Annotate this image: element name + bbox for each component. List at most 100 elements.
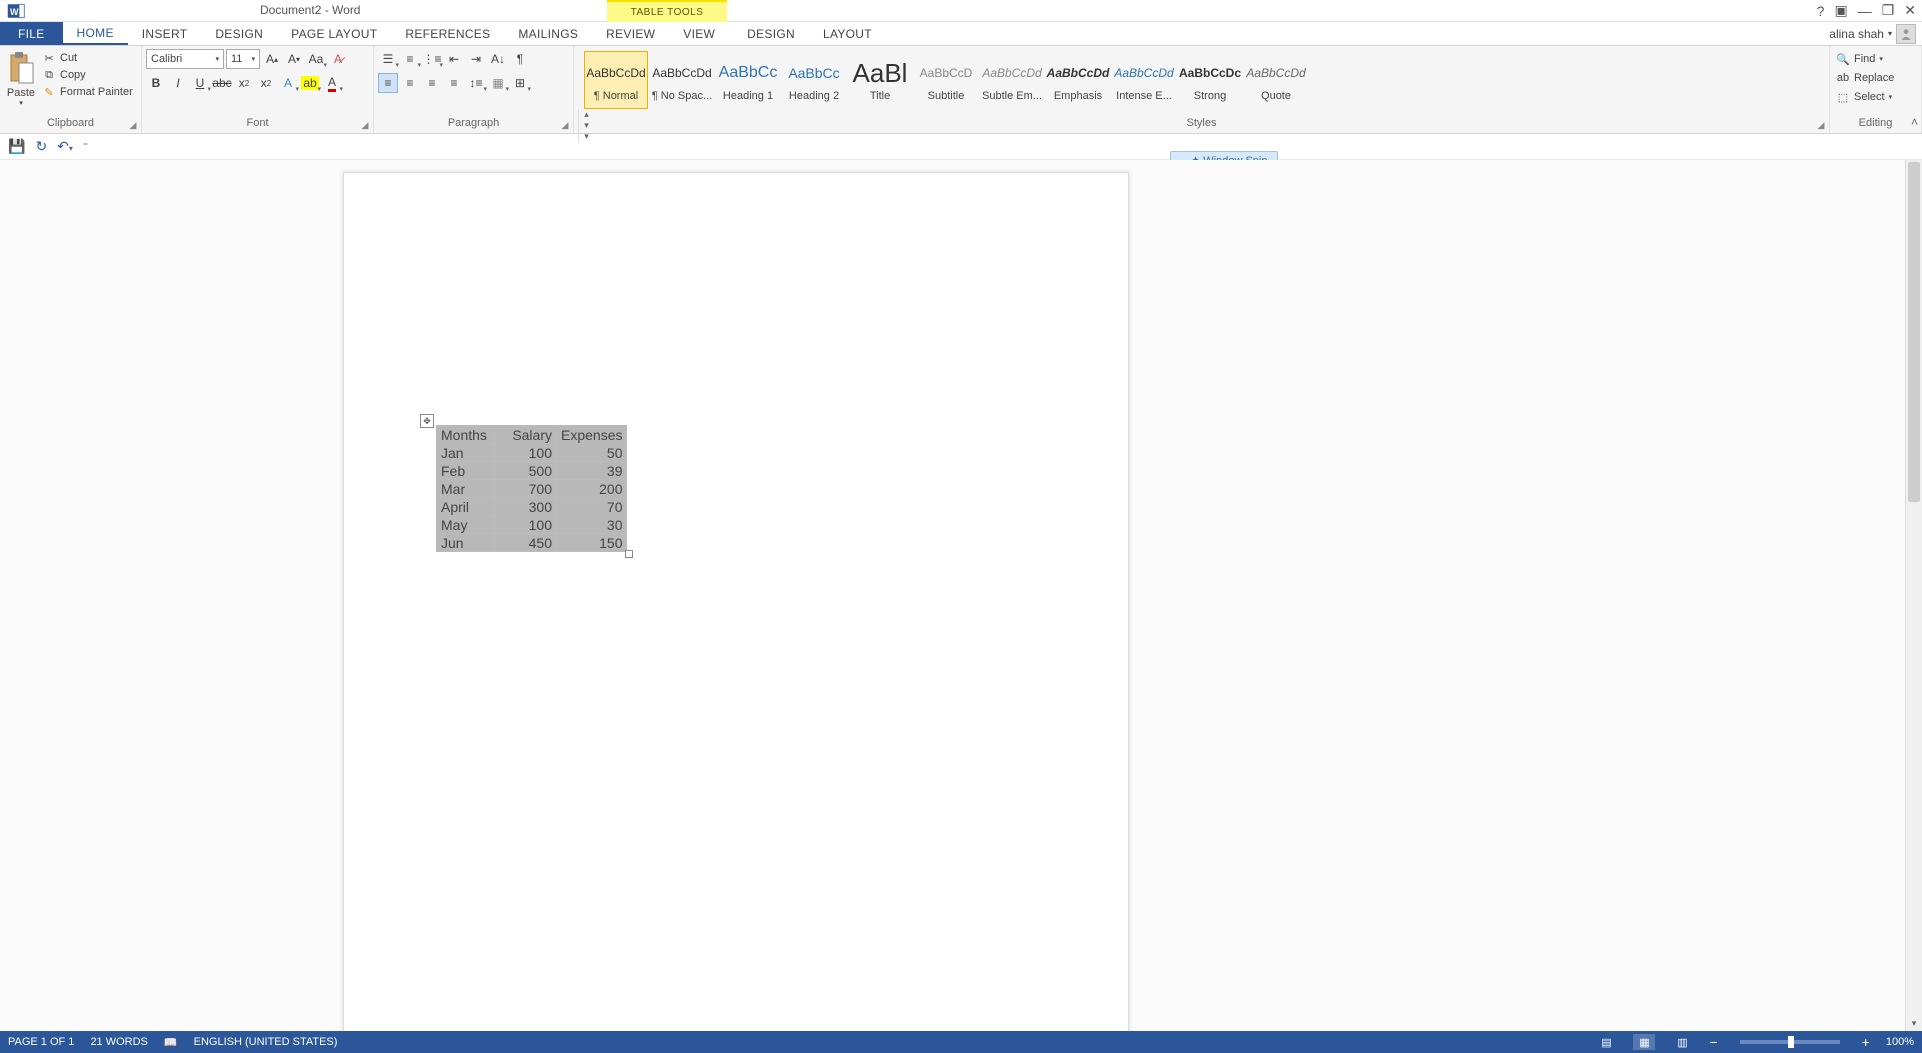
tab-table-design[interactable]: DESIGN [733, 22, 809, 45]
decrease-indent-button[interactable]: ⇤ [444, 49, 464, 69]
line-spacing-button[interactable]: ↕≡▾ [466, 73, 486, 93]
font-color-button[interactable]: A▾ [322, 73, 342, 93]
zoom-in-button[interactable]: + [1862, 1034, 1870, 1050]
align-left-button[interactable]: ≡ [378, 73, 398, 93]
scroll-thumb[interactable] [1908, 162, 1920, 502]
tab-design[interactable]: DESIGN [201, 22, 277, 45]
tab-page-layout[interactable]: PAGE LAYOUT [277, 22, 391, 45]
numbering-button[interactable]: ≡▾ [400, 49, 420, 69]
table-cell[interactable]: April [437, 498, 495, 516]
table-cell[interactable]: 300 [495, 498, 557, 516]
zoom-slider-knob[interactable] [1788, 1036, 1794, 1048]
table-cell[interactable]: 150 [557, 534, 627, 552]
style-subtle-em-[interactable]: AaBbCcDdSubtle Em... [980, 51, 1044, 109]
read-mode-icon[interactable]: ▤ [1595, 1034, 1617, 1050]
paste-button[interactable]: Paste ▾ [4, 49, 38, 107]
subscript-button[interactable]: x2 [234, 73, 254, 93]
tab-references[interactable]: REFERENCES [391, 22, 504, 45]
qat-repeat-icon[interactable]: ↻ [35, 138, 47, 155]
superscript-button[interactable]: x2 [256, 73, 276, 93]
table-row[interactable]: Jun450150 [437, 534, 627, 552]
paragraph-launcher[interactable]: ◢ [559, 119, 571, 131]
style-strong[interactable]: AaBbCcDcStrong [1178, 51, 1242, 109]
style-intense-e-[interactable]: AaBbCcDdIntense E... [1112, 51, 1176, 109]
tab-home[interactable]: HOME [63, 22, 128, 45]
select-button[interactable]: ⬚Select ▾ [1834, 89, 1917, 105]
clipboard-launcher[interactable]: ◢ [127, 119, 139, 131]
tab-review[interactable]: REVIEW [592, 22, 669, 45]
table-header-cell[interactable]: Expenses [557, 426, 627, 444]
table-cell[interactable]: 30 [557, 516, 627, 534]
table-cell[interactable]: Jun [437, 534, 495, 552]
ribbon-display-options-icon[interactable]: ▣ [1834, 2, 1847, 19]
bold-button[interactable]: B [146, 73, 166, 93]
highlight-button[interactable]: ab▾ [300, 73, 320, 93]
table-cell[interactable]: Mar [437, 480, 495, 498]
table-move-handle[interactable]: ✥ [420, 414, 434, 428]
tab-table-layout[interactable]: LAYOUT [809, 22, 886, 45]
status-page[interactable]: PAGE 1 OF 1 [8, 1036, 74, 1048]
status-word-count[interactable]: 21 WORDS [90, 1036, 147, 1048]
tab-file[interactable]: FILE [0, 22, 63, 45]
tab-view[interactable]: VIEW [669, 22, 729, 45]
multilevel-list-button[interactable]: ⋮≡▾ [422, 49, 442, 69]
style-title[interactable]: AaBlTitle [848, 51, 912, 109]
text-effects-button[interactable]: A▾ [278, 73, 298, 93]
bullets-button[interactable]: ☰▾ [378, 49, 398, 69]
align-center-button[interactable]: ≡ [400, 73, 420, 93]
table-header-cell[interactable]: Salary [495, 426, 557, 444]
table-cell[interactable]: 200 [557, 480, 627, 498]
font-name-combo[interactable]: Calibri▾ [146, 49, 224, 69]
scroll-down-icon[interactable]: ▾ [1906, 1015, 1922, 1031]
styles-expand[interactable]: ▾ [579, 131, 594, 142]
qat-undo-icon[interactable]: ↶▾ [57, 138, 73, 155]
style-heading-2[interactable]: AaBbCcHeading 2 [782, 51, 846, 109]
table-cell[interactable]: 700 [495, 480, 557, 498]
font-launcher[interactable]: ◢ [359, 119, 371, 131]
table-cell[interactable]: 50 [557, 444, 627, 462]
table-cell[interactable]: 100 [495, 444, 557, 462]
table-cell[interactable]: Feb [437, 462, 495, 480]
status-language[interactable]: ENGLISH (UNITED STATES) [194, 1036, 338, 1048]
borders-button[interactable]: ⊞▾ [510, 73, 530, 93]
font-size-combo[interactable]: 11▾ [226, 49, 260, 69]
print-layout-icon[interactable]: ▦ [1633, 1034, 1655, 1050]
table-resize-handle[interactable] [625, 550, 633, 558]
close-icon[interactable]: ✕ [1904, 2, 1916, 19]
table-row[interactable]: April30070 [437, 498, 627, 516]
shading-button[interactable]: ▦▾ [488, 73, 508, 93]
table-cell[interactable]: Jan [437, 444, 495, 462]
format-painter-button[interactable]: ✎Format Painter [42, 85, 133, 99]
table-cell[interactable]: May [437, 516, 495, 534]
web-layout-icon[interactable]: ▥ [1671, 1034, 1693, 1050]
clear-formatting-button[interactable]: A̷ [328, 49, 348, 69]
replace-button[interactable]: abReplace [1834, 70, 1917, 86]
table-cell[interactable]: 500 [495, 462, 557, 480]
minimize-icon[interactable]: — [1858, 3, 1872, 19]
find-button[interactable]: 🔍Find ▾ [1834, 51, 1917, 67]
zoom-out-button[interactable]: − [1709, 1034, 1717, 1050]
table-cell[interactable]: 100 [495, 516, 557, 534]
style--normal[interactable]: AaBbCcDd¶ Normal [584, 51, 648, 109]
help-icon[interactable]: ? [1817, 3, 1825, 19]
grow-font-button[interactable]: A▴ [262, 49, 282, 69]
cut-button[interactable]: ✂Cut [42, 51, 133, 65]
document-page[interactable] [343, 172, 1129, 1031]
italic-button[interactable]: I [168, 73, 188, 93]
table-header-cell[interactable]: Months [437, 426, 495, 444]
underline-button[interactable]: U▾ [190, 73, 210, 93]
tab-insert[interactable]: INSERT [128, 22, 202, 45]
qat-customize-icon[interactable]: ⁼ [83, 141, 88, 152]
increase-indent-button[interactable]: ⇥ [466, 49, 486, 69]
change-case-button[interactable]: Aa▾ [306, 49, 326, 69]
table-cell[interactable]: 450 [495, 534, 557, 552]
style-heading-1[interactable]: AaBbCcHeading 1 [716, 51, 780, 109]
justify-button[interactable]: ≡ [444, 73, 464, 93]
style--no-spac-[interactable]: AaBbCcDd¶ No Spac... [650, 51, 714, 109]
qat-save-icon[interactable]: 💾 [8, 138, 25, 155]
table-cell[interactable]: 39 [557, 462, 627, 480]
restore-icon[interactable]: ❐ [1882, 2, 1895, 19]
table-row[interactable]: Mar700200 [437, 480, 627, 498]
shrink-font-button[interactable]: A▾ [284, 49, 304, 69]
zoom-slider[interactable] [1740, 1040, 1840, 1044]
